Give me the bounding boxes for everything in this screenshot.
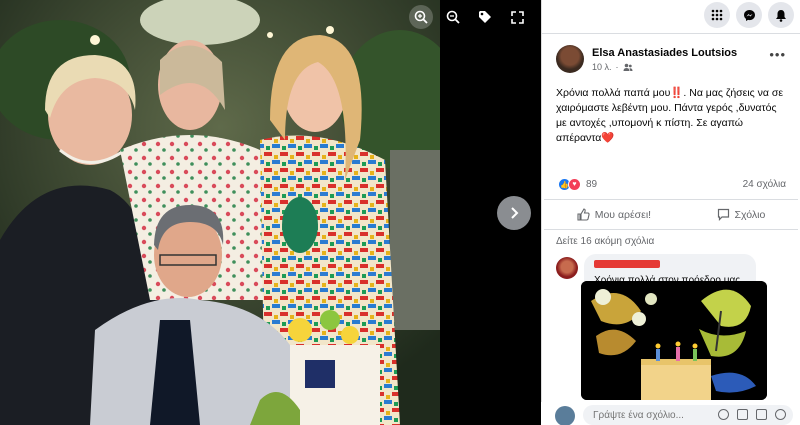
view-more-comments-link[interactable]: Δείτε 16 ακόμη σχόλια <box>542 230 800 254</box>
commenter-avatar[interactable] <box>556 257 578 279</box>
love-reaction-icon: ♥ <box>568 178 581 191</box>
photo-viewer-app: Elsa Anastasiades Loutsios 10 λ. · ••• Χ… <box>0 0 800 425</box>
author-avatar[interactable] <box>556 45 584 73</box>
chevron-right-icon <box>511 207 519 219</box>
comment-button[interactable]: Σχόλιο <box>717 208 766 221</box>
tag-button[interactable] <box>472 6 498 28</box>
menu-button[interactable] <box>704 2 730 28</box>
like-icon <box>577 208 590 221</box>
comment-gif-image[interactable] <box>581 281 767 400</box>
comment-label: Σχόλιο <box>734 208 766 221</box>
top-bar <box>542 0 800 30</box>
messenger-icon <box>743 9 755 21</box>
notifications-button[interactable] <box>768 2 794 28</box>
post-header: Elsa Anastasiades Loutsios 10 λ. · ••• <box>542 34 800 80</box>
photo-viewer <box>0 0 541 425</box>
bell-icon <box>776 9 786 22</box>
fullscreen-button[interactable] <box>504 6 530 28</box>
reaction-icons[interactable]: 👍 ♥ 89 <box>558 178 597 191</box>
comment-icon <box>717 208 729 221</box>
next-photo-button[interactable] <box>497 196 531 230</box>
zoom-out-icon <box>446 10 460 24</box>
zoom-in-icon <box>409 5 433 29</box>
like-label: Μου αρέσει! <box>594 208 652 221</box>
viewer-toolbar <box>408 5 530 29</box>
gif-icon[interactable] <box>756 409 767 420</box>
friends-audience-icon[interactable] <box>623 63 633 72</box>
emoji-icon[interactable] <box>718 409 729 420</box>
comment-count[interactable]: 24 σχόλια <box>743 179 786 190</box>
reaction-count[interactable]: 89 <box>586 179 597 190</box>
sticker-icon[interactable] <box>775 409 786 420</box>
separator-dot: · <box>615 62 619 72</box>
reactions-summary: 👍 ♥ 89 24 σχόλια <box>544 170 798 200</box>
post-time[interactable]: 10 λ. <box>592 62 612 72</box>
grid-menu-icon <box>711 9 723 21</box>
composer-icons <box>718 409 786 420</box>
like-button[interactable]: Μου αρέσει! <box>577 208 651 221</box>
redacted-commenter-name <box>594 260 660 268</box>
current-user-avatar <box>555 406 575 425</box>
tag-icon <box>479 11 491 23</box>
author-name[interactable]: Elsa Anastasiades Loutsios <box>592 47 737 59</box>
zoom-out-button[interactable] <box>440 6 466 28</box>
fullscreen-icon <box>510 10 524 24</box>
more-options-icon: ••• <box>769 47 786 62</box>
post-photo <box>0 0 440 425</box>
post-meta: 10 λ. · <box>592 62 633 72</box>
zoom-in-button[interactable] <box>408 5 434 29</box>
post-text: Χρόνια πολλά παπά μου‼️. Να μας ζήσεις ν… <box>556 87 784 144</box>
post-actions: Μου αρέσει! Σχόλιο <box>544 200 798 230</box>
comment-composer <box>541 402 800 425</box>
camera-icon[interactable] <box>737 409 748 420</box>
more-options-button[interactable]: ••• <box>769 47 786 62</box>
messenger-button[interactable] <box>736 2 762 28</box>
